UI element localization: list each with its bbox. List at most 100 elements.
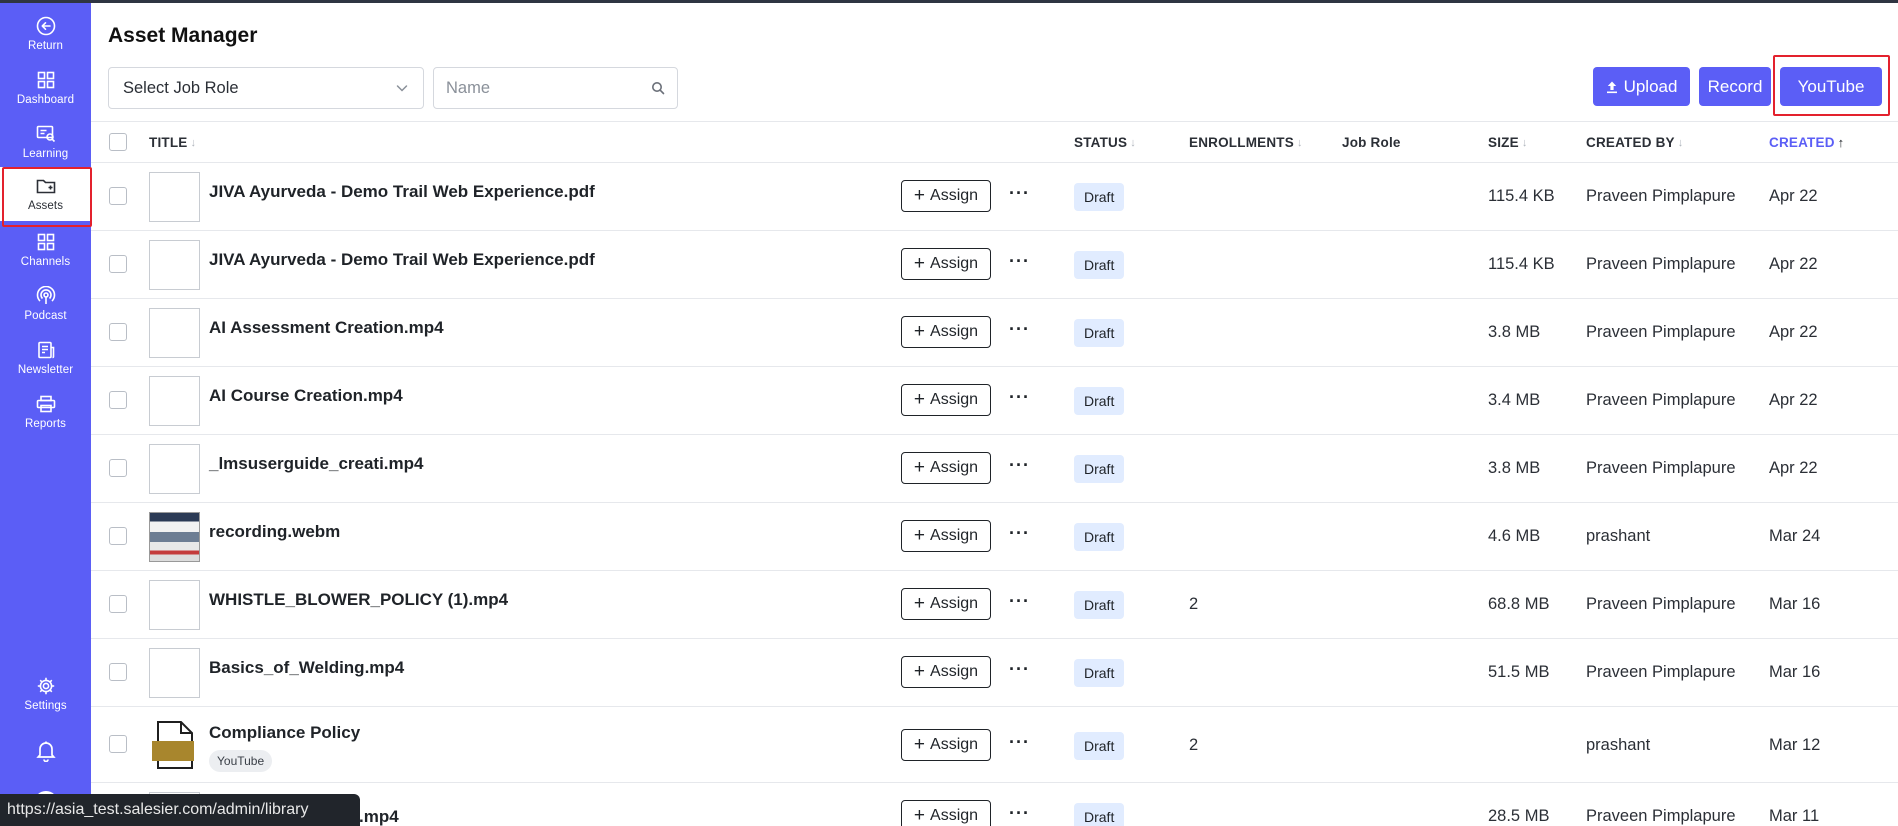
table-row[interactable]: AI Assessment Creation.mp4 + Assign ··· D…: [91, 299, 1898, 367]
table-row[interactable]: .mp4 + Assign ··· Draft 28.5 MB Praveen P…: [91, 783, 1898, 826]
row-checkbox[interactable]: [109, 735, 127, 753]
more-options-icon[interactable]: ···: [1009, 803, 1030, 824]
asset-thumbnail[interactable]: [149, 580, 200, 630]
table-row[interactable]: Basics_of_Welding.mp4 + Assign ··· Draft …: [91, 639, 1898, 707]
row-checkbox[interactable]: [109, 595, 127, 613]
search-input[interactable]: [446, 77, 636, 99]
column-header-created-by[interactable]: CREATED BY ↓: [1586, 135, 1683, 150]
row-checkbox[interactable]: [109, 527, 127, 545]
table-row[interactable]: JIVA Ayurveda - Demo Trail Web Experienc…: [91, 163, 1898, 231]
sidebar-item-learning[interactable]: Learning: [0, 115, 91, 169]
asset-thumbnail-image[interactable]: [149, 512, 200, 562]
row-checkbox[interactable]: [109, 187, 127, 205]
asset-thumbnail[interactable]: [149, 172, 200, 222]
row-checkbox[interactable]: [109, 323, 127, 341]
column-header-title[interactable]: TITLE ↓: [149, 135, 196, 150]
more-options-icon[interactable]: ···: [1009, 319, 1030, 340]
upload-button[interactable]: Upload: [1593, 67, 1690, 106]
asset-thumbnail[interactable]: [149, 444, 200, 494]
file-size: 3.8 MB: [1488, 459, 1541, 477]
column-header-enrollments[interactable]: ENROLLMENTS ↓: [1189, 135, 1303, 150]
table-row[interactable]: recording.webm + Assign ··· Draft 4.6 MB …: [91, 503, 1898, 571]
created-by: Praveen Pimplapure: [1586, 255, 1736, 273]
table-row[interactable]: WHISTLE_BLOWER_POLICY (1).mp4 + Assign ··…: [91, 571, 1898, 639]
table-row[interactable]: Compliance Policy YouTube + Assign ··· Dr…: [91, 707, 1898, 783]
more-options-icon[interactable]: ···: [1009, 387, 1030, 408]
sidebar-item-reports[interactable]: Reports: [0, 385, 91, 439]
column-header-label: TITLE: [149, 135, 188, 150]
sort-arrow-icon: ↓: [1130, 136, 1136, 149]
sidebar-item-dashboard[interactable]: Dashboard: [0, 61, 91, 115]
gear-icon: [35, 675, 57, 697]
created-by: prashant: [1586, 527, 1651, 545]
assign-button[interactable]: + Assign: [901, 248, 991, 280]
assign-button[interactable]: + Assign: [901, 452, 991, 484]
asset-thumbnail[interactable]: [149, 240, 200, 290]
asset-title[interactable]: AI Assessment Creation.mp4: [209, 318, 444, 338]
status-badge: Draft: [1074, 387, 1125, 415]
more-options-icon[interactable]: ···: [1009, 659, 1030, 680]
notifications-button[interactable]: [0, 725, 91, 779]
row-checkbox[interactable]: [109, 255, 127, 273]
row-checkbox[interactable]: [109, 663, 127, 681]
status-badge: Draft: [1074, 803, 1125, 826]
assign-button[interactable]: + Assign: [901, 180, 991, 212]
sidebar-item-assets[interactable]: Assets: [0, 167, 92, 227]
asset-title[interactable]: Compliance Policy: [209, 723, 360, 743]
sort-arrow-up-icon: ↑: [1837, 135, 1845, 150]
job-role-select[interactable]: Select Job Role: [108, 67, 424, 109]
file-size: 115.4 KB: [1488, 255, 1555, 273]
assign-button-label: Assign: [930, 595, 979, 612]
select-all-checkbox[interactable]: [109, 133, 127, 151]
more-options-icon[interactable]: ···: [1009, 183, 1030, 204]
sidebar-item-channels[interactable]: Channels: [0, 223, 91, 277]
asset-title[interactable]: WHISTLE_BLOWER_POLICY (1).mp4: [209, 590, 508, 610]
bell-icon: [35, 740, 57, 762]
assign-button[interactable]: + Assign: [901, 520, 991, 552]
table-row[interactable]: _lmsuserguide_creati.mp4 + Assign ··· Dra…: [91, 435, 1898, 503]
assign-button[interactable]: + Assign: [901, 729, 991, 761]
assign-button[interactable]: + Assign: [901, 384, 991, 416]
more-options-icon[interactable]: ···: [1009, 523, 1030, 544]
asset-title[interactable]: _lmsuserguide_creati.mp4: [209, 454, 423, 474]
asset-thumbnail[interactable]: [149, 376, 200, 426]
sidebar-item-settings[interactable]: Settings: [0, 667, 91, 721]
record-button[interactable]: Record: [1699, 67, 1771, 106]
channels-icon: [35, 231, 57, 253]
more-options-icon[interactable]: ···: [1009, 591, 1030, 612]
newsletter-icon: [35, 339, 57, 361]
record-button-label: Record: [1707, 76, 1763, 96]
asset-title[interactable]: recording.webm: [209, 522, 340, 542]
assign-button-label: Assign: [930, 736, 979, 753]
assign-button[interactable]: + Assign: [901, 316, 991, 348]
column-header-status[interactable]: STATUS ↓: [1074, 135, 1136, 150]
more-options-icon[interactable]: ···: [1009, 732, 1030, 753]
sidebar-item-podcast[interactable]: Podcast: [0, 277, 91, 331]
document-thumbnail-icon[interactable]: [149, 720, 200, 770]
row-checkbox[interactable]: [109, 391, 127, 409]
assign-button[interactable]: + Assign: [901, 588, 991, 620]
sidebar-item-newsletter[interactable]: Newsletter: [0, 331, 91, 385]
row-checkbox[interactable]: [109, 459, 127, 477]
asset-title[interactable]: JIVA Ayurveda - Demo Trail Web Experienc…: [209, 182, 595, 202]
table-row[interactable]: JIVA Ayurveda - Demo Trail Web Experienc…: [91, 231, 1898, 299]
assign-button[interactable]: + Assign: [901, 656, 991, 688]
search-icon[interactable]: [651, 81, 665, 100]
asset-thumbnail[interactable]: [149, 648, 200, 698]
asset-thumbnail[interactable]: [149, 308, 200, 358]
youtube-button[interactable]: YouTube: [1780, 67, 1882, 106]
more-options-icon[interactable]: ···: [1009, 251, 1030, 272]
more-options-icon[interactable]: ···: [1009, 455, 1030, 476]
status-badge: Draft: [1074, 523, 1125, 551]
table-row[interactable]: AI Course Creation.mp4 + Assign ··· Draft…: [91, 367, 1898, 435]
assign-button[interactable]: + Assign: [901, 800, 991, 826]
asset-title[interactable]: AI Course Creation.mp4: [209, 386, 403, 406]
column-header-created[interactable]: CREATED ↑: [1769, 135, 1844, 150]
asset-title[interactable]: Basics_of_Welding.mp4: [209, 658, 404, 678]
column-header-size[interactable]: SIZE ↓: [1488, 135, 1528, 150]
asset-title[interactable]: JIVA Ayurveda - Demo Trail Web Experienc…: [209, 250, 595, 270]
asset-title[interactable]: .mp4: [359, 807, 399, 826]
upload-button-label: Upload: [1623, 76, 1678, 96]
sidebar-item-label: Return: [27, 40, 64, 52]
sidebar-item-return[interactable]: Return: [0, 7, 91, 61]
